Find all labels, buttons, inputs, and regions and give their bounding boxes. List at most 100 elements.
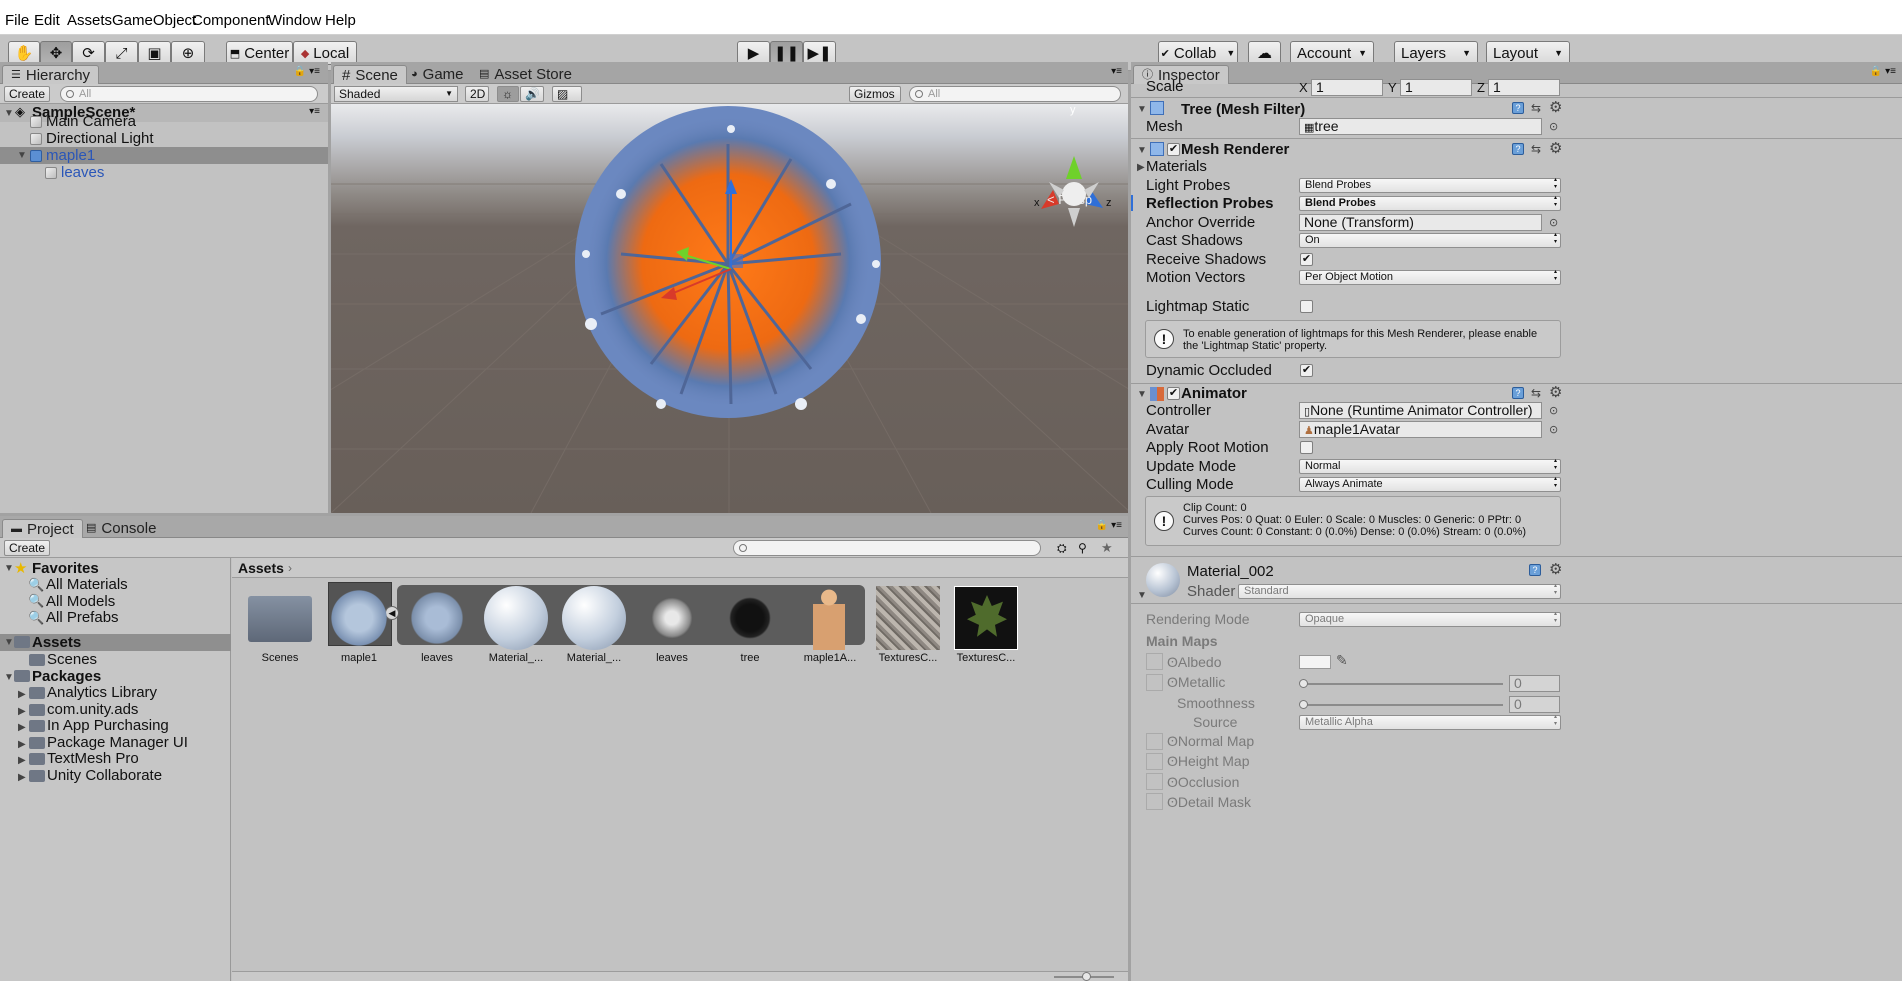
scene-viewport[interactable]: y x z < Persp <box>331 104 1128 513</box>
favorites-label[interactable]: Favorites <box>32 560 99 577</box>
package-item[interactable]: Unity Collaborate <box>47 767 162 784</box>
help-icon[interactable]: ? <box>1529 564 1541 576</box>
tab-game[interactable]: ◕ Game <box>403 65 472 84</box>
anchor-override-field[interactable]: None (Transform) <box>1299 214 1542 231</box>
motion-vectors-dropdown[interactable]: Per Object Motion <box>1299 269 1561 285</box>
eyedropper-icon[interactable]: ✎ <box>1336 652 1348 669</box>
texture-slot[interactable] <box>1146 793 1163 810</box>
package-item[interactable]: Analytics Library <box>47 684 157 701</box>
light-probes-dropdown[interactable]: Blend Probes <box>1299 177 1561 193</box>
foldout-arrow-icon[interactable]: ▼ <box>1137 145 1147 156</box>
smoothness-value-field[interactable]: 0 <box>1509 696 1560 713</box>
expand-arrow-icon[interactable]: ▼ <box>4 563 14 574</box>
object-picker-icon[interactable]: ⊙ <box>1549 120 1558 133</box>
help-icon[interactable]: ? <box>1512 102 1524 114</box>
preset-icon[interactable]: ⇆ <box>1531 101 1541 115</box>
menu-gameobject[interactable]: GameObject <box>112 12 196 29</box>
shading-mode-dropdown[interactable]: Shaded ▼ <box>334 86 458 102</box>
tab-console[interactable]: ▤ Console <box>78 519 164 538</box>
menu-help[interactable]: Help <box>325 12 356 29</box>
hierarchy-create-button[interactable]: Create ▾ <box>4 86 50 115</box>
update-mode-dropdown[interactable]: Normal <box>1299 458 1561 474</box>
package-item[interactable]: TextMesh Pro <box>47 750 139 767</box>
culling-mode-dropdown[interactable]: Always Animate <box>1299 476 1561 492</box>
gear-icon[interactable]: ⚙ <box>1549 562 1562 577</box>
menu-component[interactable]: Component <box>192 12 270 29</box>
thumbnail-size-knob[interactable] <box>1082 972 1091 981</box>
package-item[interactable]: com.unity.ads <box>47 701 138 718</box>
scenes-folder[interactable]: Scenes <box>47 651 97 668</box>
expand-arrow-icon[interactable]: ▼ <box>4 672 14 683</box>
mesh-field[interactable]: ▦tree <box>1299 118 1542 135</box>
cast-shadows-dropdown[interactable]: On <box>1299 232 1561 248</box>
2d-toggle[interactable]: 2D <box>465 86 489 102</box>
object-picker-icon[interactable]: ⊙ <box>1549 216 1558 229</box>
expand-collapsed-icon[interactable]: ▶ <box>18 706 26 717</box>
texture-slot[interactable] <box>1146 653 1163 670</box>
expand-collapsed-icon[interactable]: ▶ <box>18 755 26 766</box>
scene-search-input[interactable]: All <box>909 86 1121 102</box>
panel-menu-icon[interactable]: 🔒 ▾≡ <box>1096 520 1122 531</box>
project-create-button[interactable]: Create ▾ <box>4 540 50 569</box>
favorite-item[interactable]: All Models <box>46 593 115 610</box>
controller-field[interactable]: ▯None (Runtime Animator Controller) <box>1299 402 1542 419</box>
texture-slot[interactable] <box>1146 733 1163 750</box>
package-item[interactable]: In App Purchasing <box>47 717 169 734</box>
filter-label-icon[interactable]: ⚲ <box>1078 541 1087 555</box>
menu-window[interactable]: Window <box>268 12 321 29</box>
gear-icon[interactable]: ⚙ <box>1549 385 1562 400</box>
apply-root-motion-checkbox[interactable] <box>1300 441 1313 454</box>
albedo-color-swatch[interactable] <box>1299 655 1331 669</box>
expand-collapsed-icon[interactable]: ▶ <box>18 722 26 733</box>
expand-collapsed-icon[interactable]: ▶ <box>18 739 26 750</box>
packages-label[interactable]: Packages <box>32 668 101 685</box>
smoothness-slider[interactable] <box>1303 704 1503 706</box>
breadcrumb-assets[interactable]: Assets <box>238 560 284 576</box>
persp-label[interactable]: < Persp <box>1047 192 1092 207</box>
materials-label[interactable]: Materials <box>1146 158 1207 175</box>
favorite-star-icon[interactable]: ★ <box>1101 540 1113 556</box>
menu-edit[interactable]: Edit <box>34 12 60 29</box>
help-icon[interactable]: ? <box>1512 143 1524 155</box>
preset-icon[interactable]: ⇆ <box>1531 386 1541 400</box>
foldout-arrow-icon[interactable]: ▼ <box>1137 104 1147 115</box>
hierarchy-item-main-camera[interactable]: Main Camera <box>0 113 328 130</box>
foldout-arrow-icon[interactable]: ▼ <box>1137 590 1147 601</box>
expand-arrow-icon[interactable]: ▼ <box>4 637 14 648</box>
metallic-slider-knob[interactable] <box>1299 679 1308 688</box>
avatar-field[interactable]: ♟maple1Avatar <box>1299 421 1542 438</box>
animator-enabled-checkbox[interactable]: ✔ <box>1167 387 1180 400</box>
texture-slot[interactable] <box>1146 674 1163 691</box>
gear-icon[interactable]: ⚙ <box>1549 141 1562 156</box>
audio-toggle[interactable]: 🔊 <box>520 86 544 102</box>
tab-asset-store[interactable]: ▤ Asset Store <box>471 65 580 84</box>
scale-z-field[interactable]: 1 <box>1488 79 1560 96</box>
favorite-item[interactable]: All Prefabs <box>46 609 119 626</box>
object-picker-icon[interactable]: ⊙ <box>1549 423 1558 436</box>
texture-slot[interactable] <box>1146 773 1163 790</box>
favorite-item[interactable]: All Materials <box>46 576 128 593</box>
shader-dropdown[interactable]: Standard <box>1238 583 1561 599</box>
package-item[interactable]: Package Manager UI <box>47 734 188 751</box>
receive-shadows-checkbox[interactable]: ✔ <box>1300 253 1313 266</box>
gear-icon[interactable]: ⚙ <box>1549 100 1562 115</box>
metallic-value-field[interactable]: 0 <box>1509 675 1560 692</box>
scale-y-field[interactable]: 1 <box>1400 79 1472 96</box>
panel-menu-icon[interactable]: 🔒 ▾≡ <box>1870 66 1896 77</box>
filter-type-icon[interactable]: ⛭ <box>1057 541 1067 556</box>
preset-icon[interactable]: ⇆ <box>1531 142 1541 156</box>
lighting-toggle[interactable]: ☼ <box>497 86 519 102</box>
mesh-renderer-enabled-checkbox[interactable]: ✔ <box>1167 143 1180 156</box>
hierarchy-item-maple1[interactable]: ▼ maple1 <box>0 147 328 164</box>
hierarchy-item-leaves[interactable]: leaves <box>0 164 328 181</box>
tab-scene[interactable]: # Scene <box>333 65 407 84</box>
tab-hierarchy[interactable]: ☰ Hierarchy <box>2 65 100 84</box>
texture-slot[interactable] <box>1146 753 1163 770</box>
dynamic-occluded-checkbox[interactable]: ✔ <box>1300 364 1313 377</box>
panel-menu-icon[interactable]: ▾≡ <box>1111 66 1122 77</box>
menu-assets[interactable]: Assets <box>67 12 112 29</box>
help-icon[interactable]: ? <box>1512 387 1524 399</box>
scale-x-field[interactable]: 1 <box>1311 79 1383 96</box>
source-dropdown[interactable]: Metallic Alpha <box>1299 714 1561 730</box>
expand-collapsed-icon[interactable]: ▶ <box>18 689 26 700</box>
